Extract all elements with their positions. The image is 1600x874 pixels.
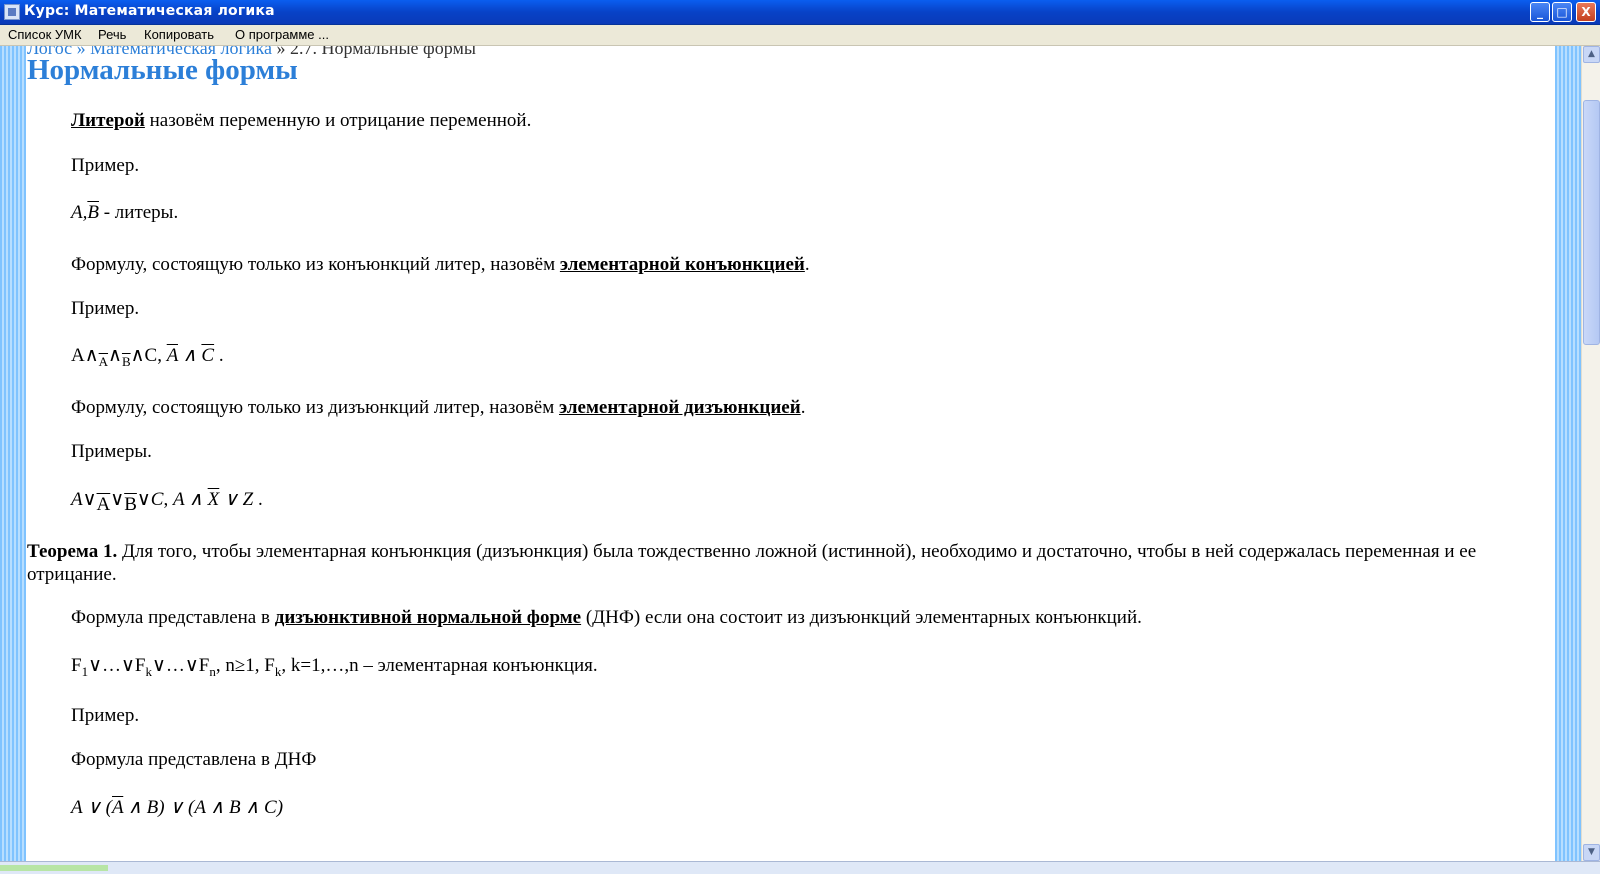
scroll-up-arrow-icon[interactable]: ▲ xyxy=(1583,46,1600,63)
disjunction-example: A∨A∨B∨C, A ∧ X ∨ Z . xyxy=(71,488,263,516)
menu-item-speech[interactable]: Речь xyxy=(94,26,130,43)
period: . xyxy=(800,397,806,418)
menu-bar: Список УМК Речь Копировать О программе .… xyxy=(0,25,1600,46)
dnf-def-suffix: (ДНФ) если она состоит из дизъюнкций эле… xyxy=(581,607,1142,628)
left-decorative-stripe xyxy=(0,46,26,861)
close-button[interactable]: X xyxy=(1576,2,1596,22)
status-green-bar xyxy=(0,865,108,871)
literals-suffix: - литеры. xyxy=(98,202,179,223)
formula-disjunction: A∨A∨B∨C, A ∧ X ∨ Z . xyxy=(71,489,263,515)
formula-dnf-general: F1∨…∨Fk∨…∨Fn, n≥1, Fk, k=1,…,n xyxy=(71,655,359,679)
literal-definition: Литерой назовём переменную и отрицание п… xyxy=(71,110,531,132)
conjunction-def-text: Формулу, состоящую только из конъюнкций … xyxy=(71,254,560,275)
literal-definition-text: назовём переменную и отрицание переменно… xyxy=(144,110,532,131)
disjunction-term: элементарной дизъюнкцией xyxy=(558,397,801,418)
dnf-def-prefix: Формула представлена в xyxy=(71,607,275,628)
dnf-formula-tail: – элементарная конъюнкция. xyxy=(358,655,598,676)
window-title: Курс: Математическая логика xyxy=(24,3,275,19)
menu-item-copy[interactable]: Копировать xyxy=(140,26,218,43)
page-title: Нормальные формы xyxy=(27,54,298,86)
examples-label: Примеры. xyxy=(71,441,152,462)
formula-dnf-example: A ∨ (A ∧ B) ∨ (A ∧ B ∧ C) xyxy=(71,797,284,818)
title-bar[interactable]: Курс: Математическая логика _ □ X xyxy=(0,0,1600,25)
app-icon[interactable] xyxy=(4,4,20,20)
formula-conjunction: A∧A∧B∧C, A ∧ C . xyxy=(71,345,224,369)
dnf-example-formula: A ∨ (A ∧ B) ∨ (A ∧ B ∧ C) xyxy=(71,796,283,819)
menu-item-umk-list[interactable]: Список УМК xyxy=(4,26,86,43)
disjunction-def-text: Формулу, состоящую только из дизъюнкций … xyxy=(71,397,559,418)
literals-example: A,B - литеры. xyxy=(71,202,178,224)
dnf-definition: Формула представлена в дизъюнктивной нор… xyxy=(71,607,1142,629)
period: . xyxy=(804,254,810,275)
scroll-down-arrow-icon[interactable]: ▼ xyxy=(1583,844,1600,861)
dnf-example-intro: Формула представлена в ДНФ xyxy=(71,749,317,770)
conjunction-term: элементарной конъюнкцией xyxy=(559,254,805,275)
minimize-button[interactable]: _ xyxy=(1530,2,1550,22)
theorem-text: Для того, чтобы элементарная конъюнкция … xyxy=(27,541,1477,585)
maximize-button[interactable]: □ xyxy=(1552,2,1572,22)
formula-literals: A,B xyxy=(71,202,99,223)
conjunction-definition: Формулу, состоящую только из конъюнкций … xyxy=(71,254,810,276)
theorem-label: Теорема 1. xyxy=(27,541,118,562)
example-label: Пример. xyxy=(71,155,140,176)
bottom-status-strip xyxy=(0,861,1600,874)
vertical-scrollbar[interactable]: ▲ ▼ xyxy=(1581,46,1600,861)
scroll-thumb[interactable] xyxy=(1583,100,1600,345)
example-label: Пример. xyxy=(71,298,140,319)
dnf-term: дизъюнктивной нормальной форме xyxy=(274,607,582,628)
breadcrumb-current: 2.7. Нормальные формы xyxy=(290,46,476,58)
menu-item-about[interactable]: О программе ... xyxy=(231,26,333,43)
literal-term: Литерой xyxy=(71,110,145,131)
disjunction-definition: Формулу, состоящую только из дизъюнкций … xyxy=(71,397,805,419)
conjunction-example: A∧A∧B∧C, A ∧ C . xyxy=(71,344,224,370)
example-label: Пример. xyxy=(71,705,140,726)
course-content: Логос » Математическая логика » 2.7. Нор… xyxy=(27,46,1554,861)
theorem-1: Теорема 1. Для того, чтобы элементарная … xyxy=(27,540,1552,586)
dnf-formula: F1∨…∨Fk∨…∨Fn, n≥1, Fk, k=1,…,n – элемент… xyxy=(71,654,598,680)
right-decorative-stripe xyxy=(1555,46,1581,861)
